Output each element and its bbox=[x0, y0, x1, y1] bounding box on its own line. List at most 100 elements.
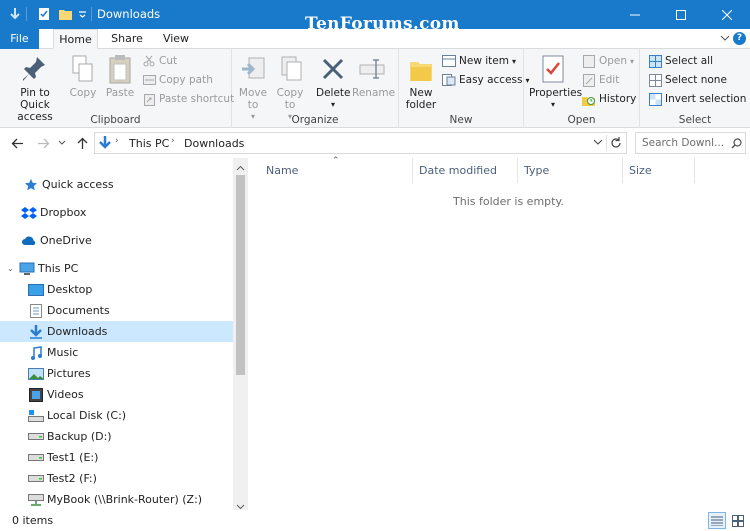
cut-button[interactable]: Cut bbox=[142, 52, 177, 70]
rename-label: Rename bbox=[352, 87, 396, 99]
history-label: History bbox=[599, 93, 637, 105]
details-view-icon[interactable] bbox=[708, 512, 726, 529]
tab-view[interactable]: View bbox=[155, 29, 197, 49]
copy-button[interactable]: Copy bbox=[68, 53, 98, 99]
title-bar: Downloads TenForums.com bbox=[0, 0, 750, 34]
select-none-button[interactable]: Select none bbox=[648, 71, 727, 89]
cloud-icon bbox=[21, 233, 37, 249]
nav-mybook-z[interactable]: MyBook (\\Brink-Router) (Z:) bbox=[0, 489, 233, 510]
customize-quick-access-icon[interactable] bbox=[76, 6, 88, 22]
up-button[interactable] bbox=[73, 134, 91, 152]
empty-folder-message: This folder is empty. bbox=[453, 195, 564, 208]
recent-locations-button[interactable] bbox=[56, 134, 68, 152]
nav-documents[interactable]: Documents bbox=[0, 300, 233, 321]
nav-test2-f[interactable]: Test2 (F:) bbox=[0, 468, 233, 489]
desktop-icon bbox=[28, 282, 44, 298]
nav-quick-access[interactable]: Quick access bbox=[0, 174, 233, 195]
scroll-up-icon[interactable] bbox=[236, 161, 245, 174]
large-icons-view-icon[interactable] bbox=[729, 512, 747, 529]
close-button[interactable] bbox=[704, 0, 750, 29]
maximize-button[interactable] bbox=[658, 0, 704, 29]
downloads-location-icon bbox=[98, 135, 112, 154]
column-type[interactable]: Type bbox=[518, 158, 623, 183]
organize-group-label: Organize bbox=[291, 114, 339, 126]
properties-button[interactable]: Properties ▾ bbox=[529, 53, 582, 111]
select-all-button[interactable]: Select all bbox=[648, 52, 713, 70]
delete-x-icon bbox=[316, 53, 350, 85]
column-name[interactable]: Name bbox=[260, 158, 413, 183]
nav-downloads[interactable]: Downloads bbox=[0, 321, 233, 342]
new-folder-label: New folder bbox=[405, 87, 437, 111]
help-icon[interactable]: ? bbox=[733, 32, 746, 45]
column-size[interactable]: Size bbox=[623, 158, 695, 183]
properties-label: Properties bbox=[529, 87, 583, 99]
nav-desktop[interactable]: Desktop bbox=[0, 279, 233, 300]
tab-home[interactable]: Home bbox=[53, 29, 98, 49]
delete-label: Delete bbox=[316, 87, 351, 99]
expand-chevron-icon[interactable]: ⌄ bbox=[7, 264, 19, 273]
forward-button[interactable] bbox=[34, 134, 52, 152]
down-arrow-icon[interactable] bbox=[8, 6, 22, 22]
select-none-icon bbox=[648, 73, 662, 87]
computer-icon bbox=[19, 261, 35, 277]
copy-to-icon bbox=[274, 53, 306, 85]
properties-quick-icon[interactable] bbox=[37, 6, 51, 22]
history-button[interactable]: History bbox=[582, 90, 636, 108]
select-none-label: Select none bbox=[665, 74, 727, 86]
history-icon bbox=[582, 92, 596, 106]
nav-test1-e[interactable]: Test1 (E:) bbox=[0, 447, 233, 468]
item-count: 0 items bbox=[12, 514, 54, 527]
easy-access-button[interactable]: Easy access ▾ bbox=[442, 71, 530, 89]
new-folder-button[interactable]: New folder bbox=[403, 53, 439, 111]
search-input[interactable]: Search Downl... bbox=[635, 132, 746, 154]
tab-share[interactable]: Share bbox=[106, 29, 148, 49]
breadcrumb-downloads[interactable]: Downloads bbox=[184, 137, 244, 150]
expand-ribbon-icon[interactable] bbox=[720, 33, 730, 46]
invert-selection-button[interactable]: Invert selection bbox=[648, 90, 746, 108]
tab-file[interactable]: File bbox=[0, 29, 39, 49]
refresh-icon[interactable] bbox=[610, 136, 622, 153]
network-drive-icon bbox=[28, 492, 44, 508]
nav-pictures[interactable]: Pictures bbox=[0, 363, 233, 384]
nav-mybook-z-label: MyBook (\\Brink-Router) (Z:) bbox=[47, 493, 203, 506]
new-folder-quick-icon[interactable] bbox=[58, 6, 72, 22]
edit-button[interactable]: Edit bbox=[582, 71, 619, 89]
address-bar[interactable]: › This PC › Downloads bbox=[94, 132, 627, 154]
breadcrumb-this-pc[interactable]: This PC bbox=[129, 137, 169, 150]
paste-shortcut-button[interactable]: Paste shortcut bbox=[142, 90, 234, 108]
select-group-label: Select bbox=[678, 114, 712, 126]
documents-icon bbox=[28, 303, 44, 319]
open-group-label: Open bbox=[567, 114, 596, 126]
search-icon bbox=[731, 138, 742, 152]
delete-button[interactable]: Delete ▾ bbox=[316, 53, 351, 111]
copy-to-button[interactable]: Copy to ▾ bbox=[274, 53, 306, 123]
nav-backup-d[interactable]: Backup (D:) bbox=[0, 426, 233, 447]
minimize-button[interactable] bbox=[612, 0, 658, 29]
nav-music[interactable]: Music bbox=[0, 342, 233, 363]
paste-button[interactable]: Paste bbox=[104, 53, 136, 99]
windows-drive-icon bbox=[28, 408, 44, 424]
drive-icon bbox=[28, 450, 44, 466]
scissors-icon bbox=[142, 54, 156, 68]
nav-local-disk-c[interactable]: Local Disk (C:) bbox=[0, 405, 233, 426]
nav-this-pc[interactable]: ⌄ This PC bbox=[0, 258, 233, 279]
rename-button[interactable]: Rename bbox=[352, 53, 396, 99]
copy-path-button[interactable]: Copy path bbox=[142, 71, 213, 89]
new-item-button[interactable]: New item ▾ bbox=[442, 52, 516, 70]
column-headers: ⌃ Name Date modified Type Size bbox=[248, 156, 750, 183]
column-date-modified[interactable]: Date modified bbox=[413, 158, 518, 183]
open-label: Open bbox=[599, 55, 628, 67]
select-all-label: Select all bbox=[665, 55, 713, 67]
copy-label: Copy bbox=[69, 87, 97, 99]
address-dropdown-icon[interactable] bbox=[593, 135, 603, 152]
pin-to-quick-access-button[interactable]: Pin to Quick access bbox=[4, 53, 66, 123]
nav-dropbox[interactable]: Dropbox bbox=[0, 202, 233, 223]
open-button[interactable]: Open ▾ bbox=[582, 52, 634, 70]
nav-onedrive[interactable]: OneDrive bbox=[0, 230, 233, 251]
downloads-icon bbox=[28, 324, 44, 340]
move-to-button[interactable]: Move to ▾ bbox=[238, 53, 268, 123]
nav-videos[interactable]: Videos bbox=[0, 384, 233, 405]
nav-scroll-thumb[interactable] bbox=[236, 175, 245, 375]
back-button[interactable] bbox=[8, 134, 26, 152]
status-bar: 0 items bbox=[0, 510, 750, 531]
